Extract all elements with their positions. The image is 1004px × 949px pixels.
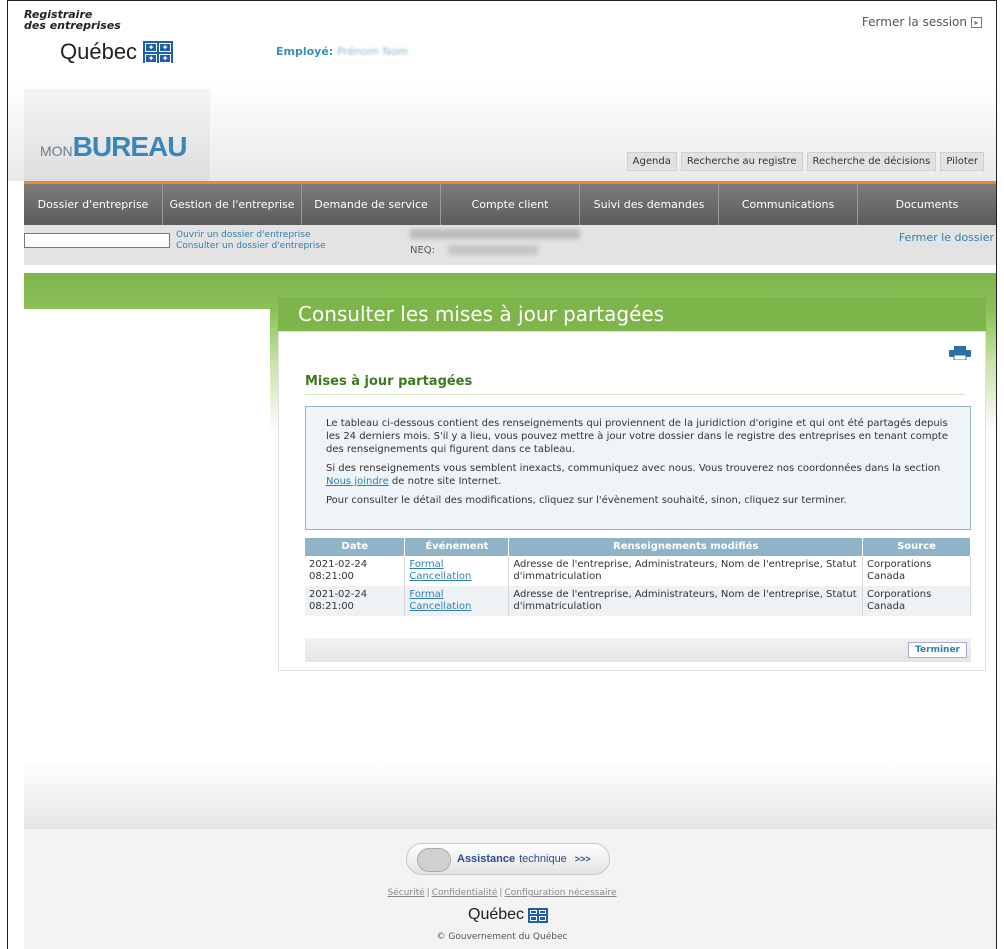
page-frame: Registraire des entreprises Québec ✦ ✦ ✦ ✦ … (7, 0, 997, 949)
copyright: © Gouvernement du Québec (436, 932, 568, 942)
monbureau-box: MONBUREAU (24, 89, 210, 181)
nav-dossier-entreprise[interactable]: Dossier d'entreprise (24, 184, 163, 225)
bureau-text: BUREAU (72, 131, 188, 162)
arrows-icon: >>> (574, 854, 591, 864)
toplink-recherche-registre[interactable]: Recherche au registre (680, 152, 803, 171)
updates-table: Date Événement Renseignements modifiés S… (305, 538, 971, 616)
logout-icon: ▸ (971, 16, 982, 28)
content-panel: Mises à jour partagées Le tableau ci-des… (278, 331, 986, 671)
col-evenement: Événement (404, 538, 510, 556)
info-paragraph-3: Pour consulter le détail des modificatio… (326, 495, 847, 506)
cell-source: Corporations Canada (862, 586, 971, 616)
section-heading: Mises à jour partagées (305, 374, 473, 389)
close-dossier-link[interactable]: Fermer le dossier (899, 231, 994, 244)
printer-icon[interactable] (949, 346, 971, 360)
cell-info: Adresse de l'entreprise, Administrateurs… (508, 586, 864, 616)
consult-dossier-link[interactable]: Consulter un dossier d'entreprise (176, 241, 326, 252)
cell-info: Adresse de l'entreprise, Administrateurs… (508, 556, 864, 586)
left-panel (24, 309, 270, 829)
footer-quebec-wordmark: Québec (468, 906, 525, 923)
header: Registraire des entreprises Québec ✦ ✦ ✦ ✦ … (8, 1, 996, 181)
table-header-row: Date Événement Renseignements modifiés S… (305, 538, 971, 556)
employee-name: Prénom Nom (337, 45, 409, 58)
open-dossier-link[interactable]: Ouvrir un dossier d'entreprise (176, 230, 326, 241)
table-row: 2021-02-24 08:21:00 Formal Cancellation … (305, 556, 971, 586)
section-divider (305, 394, 965, 395)
main-nav: Dossier d'entreprise Gestion de l'entrep… (24, 181, 996, 225)
footer-links: Sécurité | Confidentialité | Configuration n… (387, 888, 617, 898)
neq-value-redacted (448, 245, 538, 255)
info-paragraph-2: Si des renseignements vous semblent inex… (326, 462, 950, 488)
assist-rest: technique (519, 853, 567, 865)
nav-demande-service[interactable]: Demande de service (302, 184, 441, 225)
quebec-flag-icon: ✦ ✦ ✦ ✦ (143, 41, 174, 63)
nav-documents[interactable]: Documents (858, 184, 996, 225)
col-date: Date (305, 538, 406, 556)
toplink-recherche-decisions[interactable]: Recherche de décisions (806, 152, 937, 171)
nav-compte-client[interactable]: Compte client (441, 184, 580, 225)
neq-label: NEQ: (410, 245, 436, 256)
quebec-logo: Québec ✦ ✦ ✦ ✦ (60, 39, 174, 65)
toplink-agenda[interactable]: Agenda (626, 152, 677, 171)
event-link[interactable]: Formal Cancellation (404, 586, 510, 616)
nav-suivi-demandes[interactable]: Suivi des demandes (580, 184, 719, 225)
nav-gestion-entreprise[interactable]: Gestion de l'entreprise (163, 184, 302, 225)
col-source: Source (862, 538, 971, 556)
info-p2-text-a: Si des renseignements vous semblent inex… (326, 463, 941, 474)
link-configuration[interactable]: Configuration nécessaire (504, 888, 616, 898)
contact-link[interactable]: Nous joindre (326, 476, 389, 487)
employee-label: Employé: (276, 45, 334, 58)
context-bar: Ouvrir un dossier d'entreprise Consulter… (24, 225, 996, 265)
info-paragraph-1: Le tableau ci-dessous contient des rense… (326, 418, 949, 455)
dossier-links: Ouvrir un dossier d'entreprise Consulter… (176, 230, 326, 252)
neq-search-input[interactable] (24, 233, 170, 248)
company-name-redacted (410, 229, 580, 239)
footer-flag-icon (528, 907, 549, 923)
employee-info: Employé: Prénom Nom (276, 45, 408, 58)
footer-quebec-logo: Québec (468, 906, 549, 924)
quebec-wordmark: Québec (60, 39, 138, 64)
registrar-label: Registraire des entreprises (24, 9, 121, 31)
link-securite[interactable]: Sécurité (387, 888, 424, 898)
finish-button[interactable]: Terminer (908, 642, 967, 658)
mouse-icon (417, 848, 451, 872)
page-title: Consulter les mises à jour partagées (278, 297, 986, 331)
assistance-button[interactable]: Assistance technique >>> (406, 843, 610, 875)
table-row: 2021-02-24 08:21:00 Formal Cancellation … (305, 586, 971, 616)
mon-text: MON (40, 143, 73, 159)
table-footer: Terminer (305, 638, 971, 662)
logout-label: Fermer la session (861, 15, 967, 29)
bottom-fade (24, 761, 996, 829)
link-confidentialite[interactable]: Confidentialité (432, 888, 498, 898)
monbureau-logo: MONBUREAU (40, 131, 188, 163)
top-links: Agenda Recherche au registre Recherche d… (626, 152, 984, 171)
cell-source: Corporations Canada (862, 556, 971, 586)
cell-date: 2021-02-24 08:21:00 (305, 586, 406, 616)
cell-date: 2021-02-24 08:21:00 (305, 556, 406, 586)
nav-communications[interactable]: Communications (719, 184, 858, 225)
info-p2-text-b: de notre site Internet. (391, 476, 502, 487)
event-link[interactable]: Formal Cancellation (404, 556, 510, 586)
toplink-piloter[interactable]: Piloter (940, 152, 984, 171)
assist-bold: Assistance (457, 853, 516, 865)
col-renseignements: Renseignements modifiés (508, 538, 864, 556)
registrar-line2: des entreprises (24, 19, 121, 32)
info-box: Le tableau ci-dessous contient des rense… (305, 406, 971, 530)
logout-link[interactable]: Fermer la session ▸ (862, 15, 982, 29)
